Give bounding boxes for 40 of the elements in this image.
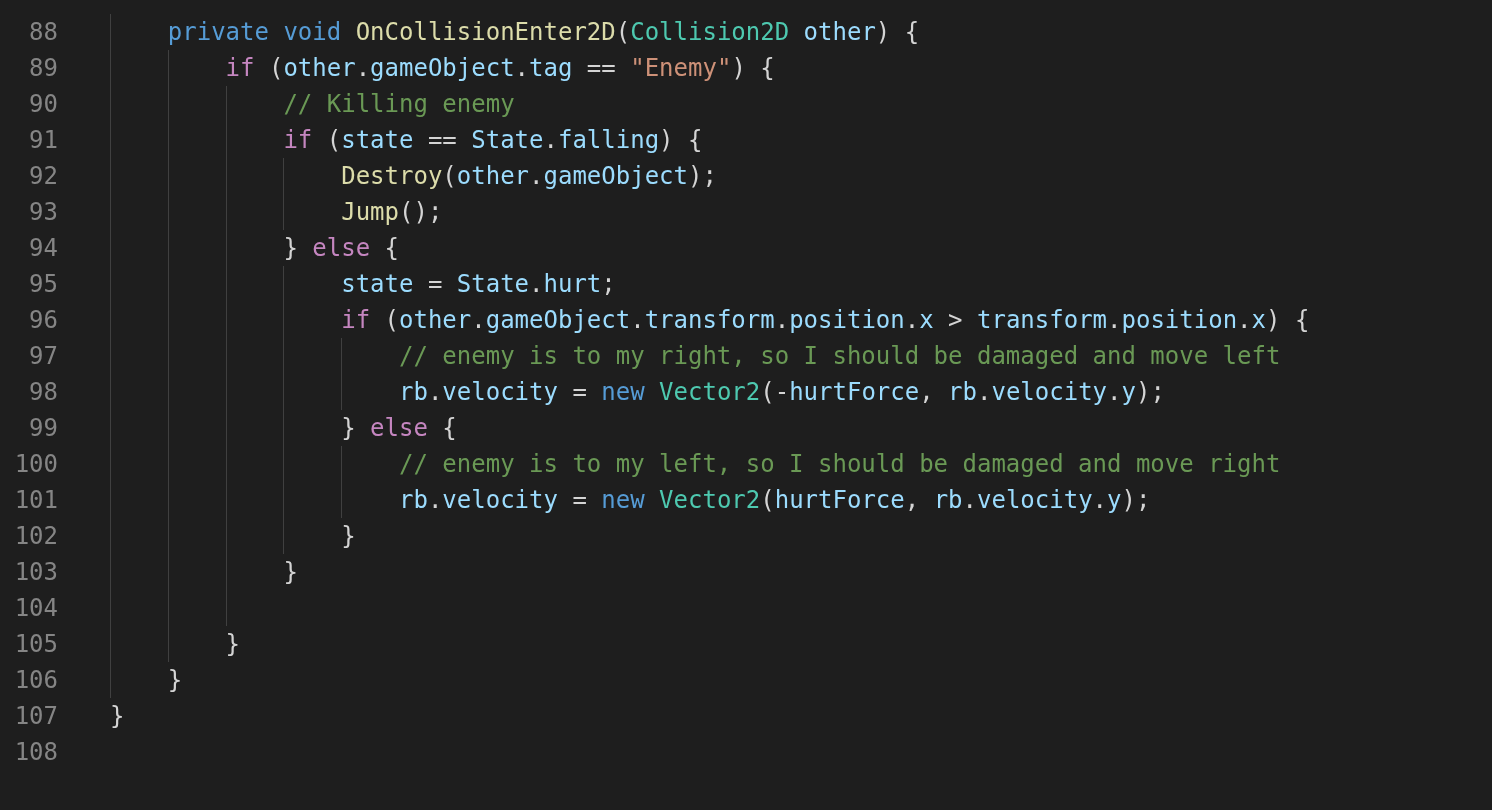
code-line: rb.velocity = new Vector2(hurtForce, rb.velocity.y); <box>399 485 1151 516</box>
line-number: 97 <box>28 341 58 372</box>
line-number: 96 <box>28 305 58 336</box>
code-line: } <box>225 629 241 660</box>
line-number: 98 <box>28 377 58 408</box>
line-number: 91 <box>28 125 58 156</box>
code-line: // enemy is to my left, so I should be damaged and move right <box>399 449 1281 480</box>
line-number: 94 <box>28 233 58 264</box>
line-number: 90 <box>28 89 58 120</box>
code-line: private void OnCollisionEnter2D(Collision2D other) { <box>167 17 920 48</box>
code-line: state = State.hurt; <box>341 269 616 300</box>
code-line: } else { <box>283 233 399 264</box>
line-number: 88 <box>28 17 58 48</box>
line-number: 95 <box>28 269 58 300</box>
line-number: 108 <box>13 737 58 768</box>
code-line: // enemy is to my right, so I should be damaged and move left <box>399 341 1281 372</box>
line-number: 89 <box>28 53 58 84</box>
line-number: 104 <box>13 593 58 624</box>
code-line: } <box>110 701 125 732</box>
code-line: Destroy(other.gameObject); <box>341 161 717 192</box>
code-line: // Killing enemy <box>283 89 515 120</box>
code-line: if (state == State.falling) { <box>283 125 703 156</box>
line-number: 100 <box>13 449 58 480</box>
line-number: 92 <box>28 161 58 192</box>
line-number: 93 <box>28 197 58 228</box>
line-number: 99 <box>28 413 58 444</box>
line-number: 101 <box>13 485 58 516</box>
code-line: } <box>341 521 356 552</box>
code-line: Jump(); <box>341 197 443 228</box>
code-line: } <box>167 665 183 696</box>
line-number: 106 <box>13 665 58 696</box>
code-line: } <box>283 557 298 588</box>
line-number: 107 <box>13 701 58 732</box>
code-line: if (other.gameObject.tag == "Enemy") { <box>225 53 775 84</box>
line-number: 105 <box>13 629 58 660</box>
line-number: 103 <box>13 557 58 588</box>
line-number: 102 <box>13 521 58 552</box>
code-line: } else { <box>341 413 457 444</box>
code-line: rb.velocity = new Vector2(-hurtForce, rb.velocity.y); <box>399 377 1165 408</box>
code-line: if (other.gameObject.transform.position.x > transform.position.x) { <box>341 305 1310 336</box>
